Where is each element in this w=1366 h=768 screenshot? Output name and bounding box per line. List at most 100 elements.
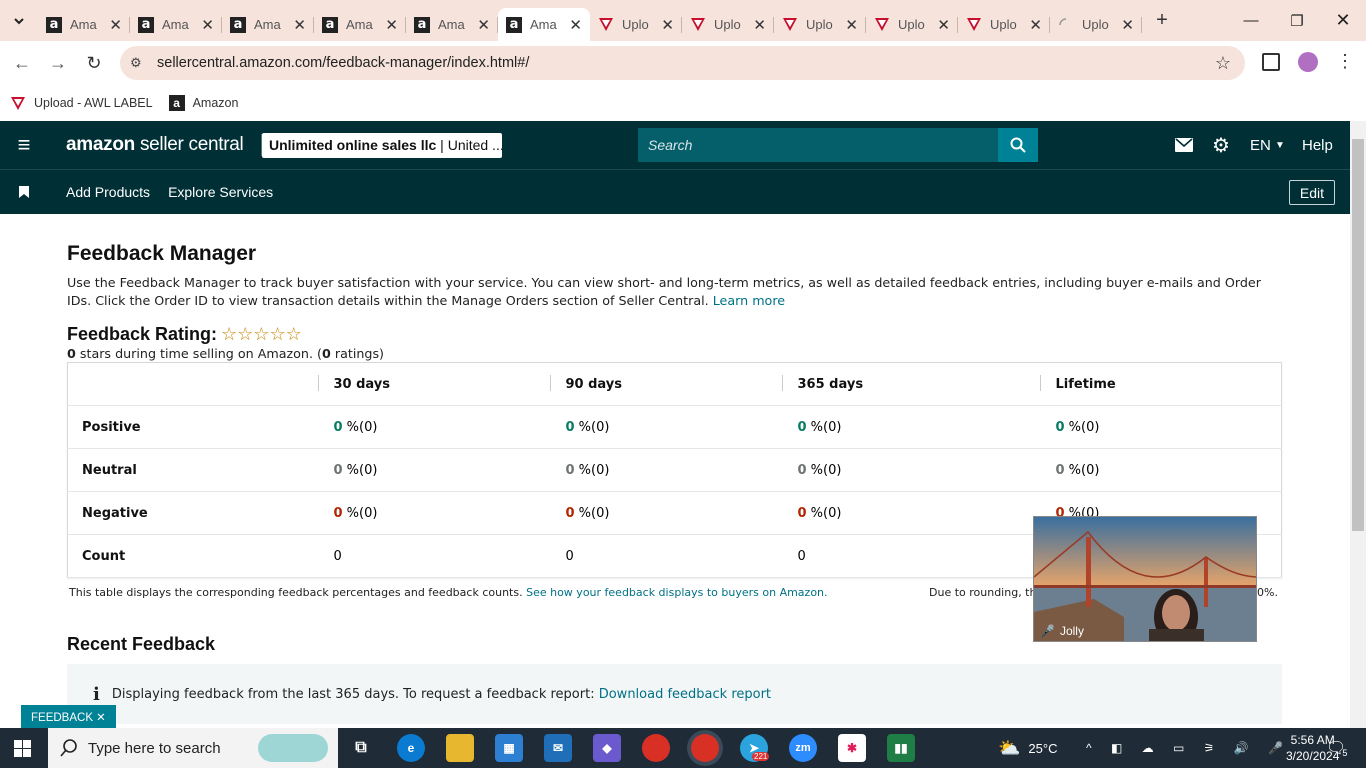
table-cell: 0 %(0): [781, 491, 1040, 535]
close-icon[interactable]: ✕: [569, 16, 582, 34]
caret-down-icon: ▼: [1275, 139, 1285, 151]
tab-title: Ama: [438, 17, 465, 32]
menu-kebab-icon[interactable]: ⋮: [1336, 51, 1354, 72]
cell-percent: %(0): [574, 505, 610, 521]
amazon-icon: a: [414, 16, 430, 33]
browser-tab[interactable]: a Ama ✕: [406, 8, 498, 41]
restore-button[interactable]: ❐: [1274, 0, 1320, 41]
feedback-tab-button[interactable]: FEEDBACK ✕: [21, 705, 116, 729]
tab-title: Uplo: [898, 17, 925, 32]
task-view-icon[interactable]: ⧉: [347, 734, 375, 762]
video-call-overlay[interactable]: 🎤 Jolly: [1033, 516, 1257, 642]
page-scrollbar[interactable]: [1350, 121, 1366, 728]
tab-title: Uplo: [714, 17, 741, 32]
browser-tab[interactable]: a Ama ✕: [222, 8, 314, 41]
bookmark-amazon[interactable]: a Amazon: [168, 95, 238, 111]
new-tab-button[interactable]: +: [1148, 9, 1176, 32]
close-icon[interactable]: ✕: [385, 16, 398, 34]
tab-search-button[interactable]: [0, 0, 38, 41]
store-icon[interactable]: ▦: [495, 734, 523, 762]
language-selector[interactable]: EN ▼: [1250, 121, 1285, 169]
close-icon[interactable]: ✕: [1121, 16, 1134, 34]
tab-title: Uplo: [1082, 17, 1109, 32]
site-info-icon[interactable]: ⚙: [130, 55, 152, 71]
bookmark-star-icon[interactable]: ☆: [1215, 53, 1231, 74]
notification-center[interactable]: 🗨 5: [1326, 728, 1347, 768]
windows-start-icon[interactable]: [14, 740, 31, 762]
close-icon[interactable]: ✕: [845, 16, 858, 34]
bookmarks-bar: Upload - AWL LABEL a Amazon: [0, 85, 1366, 121]
participant-caption: 🎤 Jolly: [1040, 624, 1084, 638]
close-icon[interactable]: ✕: [1029, 16, 1042, 34]
search-button[interactable]: [998, 128, 1038, 162]
header-90-days: 90 days: [565, 376, 623, 392]
hamburger-menu-icon[interactable]: ≡: [0, 132, 48, 158]
close-icon[interactable]: ✕: [477, 16, 490, 34]
sheets-icon[interactable]: ▮▮: [887, 734, 915, 762]
mail-icon[interactable]: ✉: [544, 734, 572, 762]
browser-tab[interactable]: Uplo ✕: [774, 8, 866, 41]
browser-tab[interactable]: Uplo ✕: [866, 8, 958, 41]
close-icon[interactable]: ✕: [293, 16, 306, 34]
messages-icon[interactable]: [1175, 121, 1193, 169]
bookmark-icon[interactable]: [0, 186, 48, 198]
browser-tab[interactable]: Uplo ✕: [1050, 8, 1142, 41]
forward-button[interactable]: →: [40, 45, 76, 81]
upload-icon: [874, 17, 890, 33]
edge-icon[interactable]: e: [397, 734, 425, 762]
chrome-icon[interactable]: [642, 734, 670, 762]
zoom-icon[interactable]: zm: [789, 734, 817, 762]
close-icon[interactable]: ✕: [753, 16, 766, 34]
account-switcher[interactable]: Unlimited online sales llc | United ...: [262, 133, 502, 158]
reload-button[interactable]: ↻: [76, 45, 112, 81]
cell-value: 0: [797, 419, 807, 435]
app-icon[interactable]: ◆: [593, 734, 621, 762]
close-icon[interactable]: ✕: [937, 16, 950, 34]
side-panel-icon[interactable]: [1262, 53, 1280, 71]
scrollbar-thumb[interactable]: [1352, 139, 1364, 531]
gear-icon[interactable]: ⚙: [1212, 121, 1230, 169]
profile-avatar[interactable]: [1298, 52, 1318, 72]
browser-tab[interactable]: a Ama ✕: [130, 8, 222, 41]
minimize-button[interactable]: —: [1228, 0, 1274, 41]
close-icon[interactable]: ✕: [109, 16, 122, 34]
rating-summary: 0 stars during time selling on Amazon. (…: [67, 346, 1282, 361]
loading-icon: [1058, 17, 1074, 33]
taskbar-search[interactable]: Type here to search: [48, 728, 338, 768]
search-input[interactable]: Search: [638, 128, 998, 162]
browser-tab[interactable]: Uplo ✕: [590, 8, 682, 41]
bookmark-upload[interactable]: Upload - AWL LABEL: [10, 95, 153, 111]
table-cell: 0 %(0): [781, 405, 1040, 449]
system-tray-icons[interactable]: ^ ◧ ☁ ▭ ⚞ 🔊 🎤: [1086, 728, 1291, 768]
add-products-link[interactable]: Add Products: [66, 184, 150, 200]
file-explorer-icon[interactable]: [446, 734, 474, 762]
chrome-profile-icon[interactable]: [691, 734, 719, 762]
browser-tab[interactable]: Uplo ✕: [682, 8, 774, 41]
cell-value: 0: [565, 462, 575, 478]
close-icon[interactable]: ✕: [201, 16, 214, 34]
stars-count: 0: [67, 346, 76, 361]
feedback-display-link[interactable]: See how your feedback displays to buyers…: [526, 586, 827, 599]
back-button[interactable]: ←: [4, 45, 40, 81]
browser-tab[interactable]: a Ama ✕: [38, 8, 130, 41]
address-bar[interactable]: ⚙ sellercentral.amazon.com/feedback-mana…: [120, 46, 1245, 80]
browser-tab[interactable]: a Ama ✕: [498, 8, 590, 41]
edit-button[interactable]: Edit: [1288, 180, 1335, 205]
slack-icon[interactable]: ✱: [838, 734, 866, 762]
explore-services-link[interactable]: Explore Services: [168, 184, 273, 200]
cell-value: 0: [333, 505, 343, 521]
close-icon[interactable]: ✕: [661, 16, 674, 34]
cell-percent: %(0): [1064, 462, 1100, 478]
weather-widget[interactable]: ⛅ 25°C: [998, 728, 1057, 768]
seller-central-logo[interactable]: amazon seller central: [66, 134, 244, 156]
help-link[interactable]: Help: [1302, 121, 1333, 169]
row-label: Positive: [67, 405, 318, 449]
chevron-down-icon: [14, 17, 24, 24]
browser-tab[interactable]: Uplo ✕: [958, 8, 1050, 41]
download-report-link[interactable]: Download feedback report: [599, 687, 771, 702]
learn-more-link[interactable]: Learn more: [713, 293, 785, 308]
cell-value: 0: [797, 462, 807, 478]
browser-tab[interactable]: a Ama ✕: [314, 8, 406, 41]
close-window-button[interactable]: ✕: [1320, 0, 1366, 41]
cell-value: 0: [333, 548, 342, 564]
